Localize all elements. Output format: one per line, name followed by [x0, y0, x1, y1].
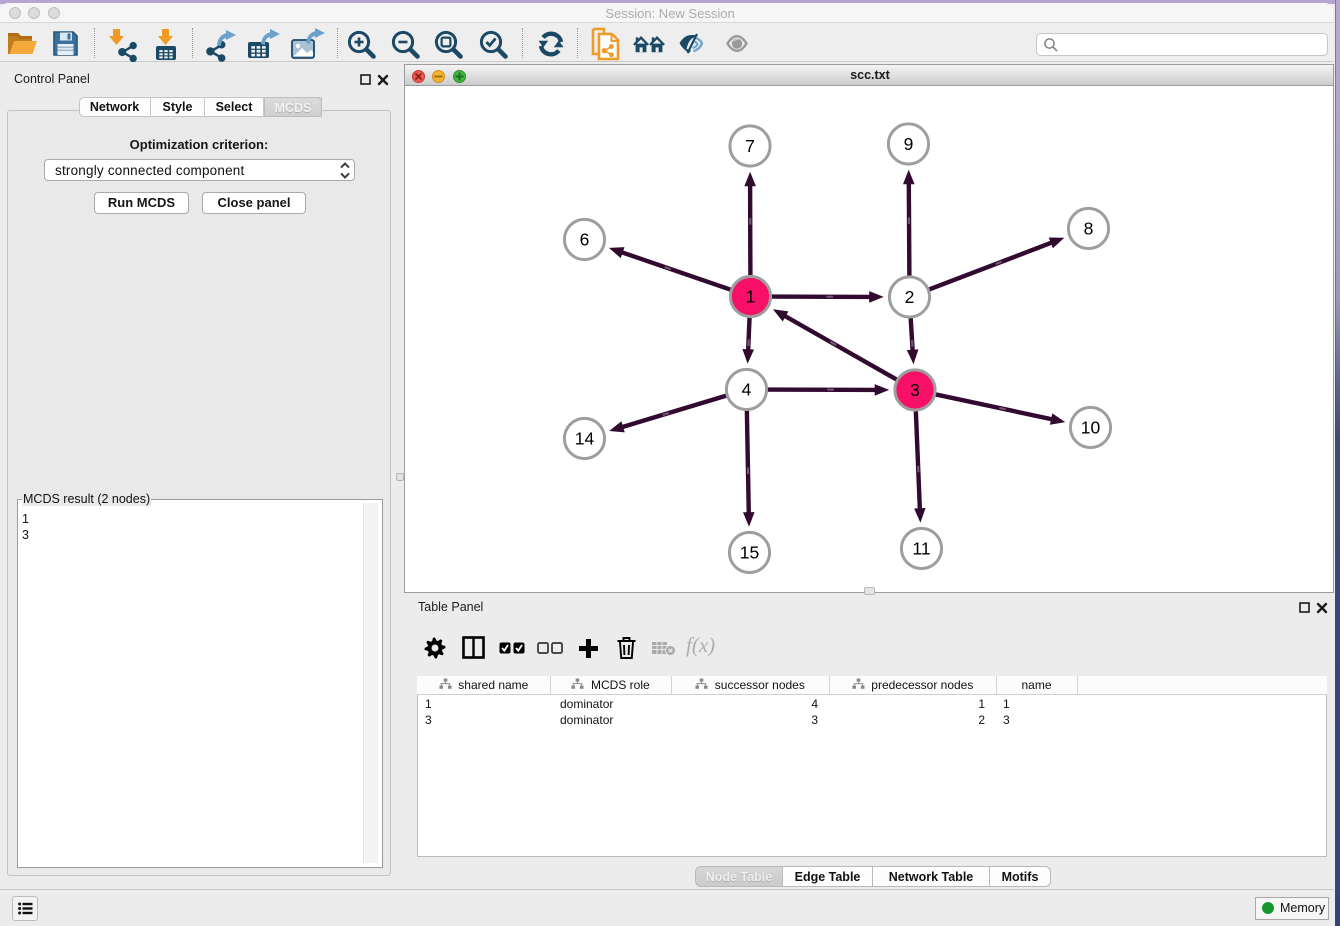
- svg-text:14: 14: [575, 429, 595, 449]
- svg-text:3: 3: [910, 380, 920, 400]
- svg-text:9: 9: [904, 134, 914, 154]
- svg-text:1: 1: [746, 287, 756, 307]
- svg-text:2: 2: [905, 287, 915, 307]
- svg-text:4: 4: [742, 380, 752, 400]
- svg-text:6: 6: [580, 230, 590, 250]
- svg-text:15: 15: [740, 543, 759, 563]
- svg-text:7: 7: [745, 136, 755, 156]
- svg-text:10: 10: [1081, 418, 1101, 438]
- svg-text:11: 11: [912, 539, 930, 559]
- svg-text:8: 8: [1084, 219, 1094, 239]
